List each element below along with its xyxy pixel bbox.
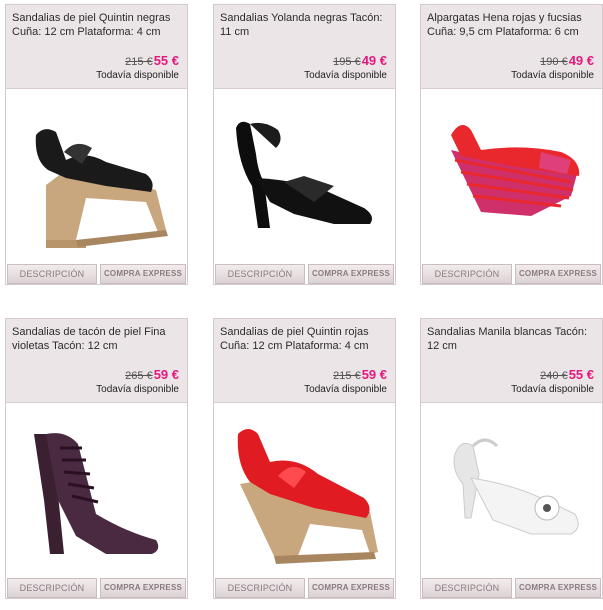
description-button[interactable]: DESCRIPCIÓN <box>7 578 97 598</box>
product-card: Sandalias de piel Quintin rojas Cuña: 12… <box>213 318 396 599</box>
express-buy-button[interactable]: COMPRA EXPRESS <box>515 264 601 284</box>
product-header: Sandalias Manila blancas Tacón: 12 cm 24… <box>421 319 602 403</box>
product-header: Sandalias de tacón de piel Fina violetas… <box>6 319 187 403</box>
product-title[interactable]: Sandalias de piel Quintin rojas Cuña: 12… <box>220 325 392 353</box>
product-title[interactable]: Sandalias Manila blancas Tacón: 12 cm <box>427 325 599 353</box>
espadrille-wedge-image <box>451 125 580 216</box>
description-button[interactable]: DESCRIPCIÓN <box>422 264 512 284</box>
button-row: DESCRIPCIÓN COMPRA EXPRESS <box>214 264 395 285</box>
availability-label: Todavía disponible <box>304 384 387 395</box>
sale-price: 59 € <box>361 367 387 382</box>
product-title[interactable]: Sandalias de piel Quintin negras Cuña: 1… <box>12 11 184 39</box>
sale-price: 55 € <box>153 53 179 68</box>
express-buy-button[interactable]: COMPRA EXPRESS <box>308 578 394 598</box>
description-button[interactable]: DESCRIPCIÓN <box>215 578 305 598</box>
product-image[interactable] <box>421 90 602 262</box>
product-image[interactable] <box>214 90 395 262</box>
description-button[interactable]: DESCRIPCIÓN <box>422 578 512 598</box>
product-card: Sandalias Yolanda negras Tacón: 11 cm 19… <box>213 4 396 285</box>
availability-label: Todavía disponible <box>511 70 594 81</box>
white-heel-image <box>453 438 579 535</box>
sale-price: 59 € <box>153 367 179 382</box>
product-card: Sandalias de piel Quintin negras Cuña: 1… <box>5 4 188 285</box>
old-price: 265 € <box>125 370 153 382</box>
product-image[interactable] <box>6 90 187 262</box>
product-title[interactable]: Sandalias Yolanda negras Tacón: 11 cm <box>220 11 392 39</box>
product-title[interactable]: Alpargatas Hena rojas y fucsias Cuña: 9,… <box>427 11 599 39</box>
product-title[interactable]: Sandalias de tacón de piel Fina violetas… <box>12 325 184 353</box>
availability-label: Todavía disponible <box>304 70 387 81</box>
express-buy-button[interactable]: COMPRA EXPRESS <box>100 264 186 284</box>
wedge-sandal-image <box>35 129 168 248</box>
product-header: Sandalias Yolanda negras Tacón: 11 cm 19… <box>214 5 395 89</box>
availability-label: Todavía disponible <box>511 384 594 395</box>
old-price: 240 € <box>540 370 568 382</box>
express-buy-button[interactable]: COMPRA EXPRESS <box>100 578 186 598</box>
description-button[interactable]: DESCRIPCIÓN <box>215 264 305 284</box>
product-image[interactable] <box>214 404 395 576</box>
sale-price: 55 € <box>568 367 594 382</box>
product-header: Alpargatas Hena rojas y fucsias Cuña: 9,… <box>421 5 602 89</box>
express-buy-button[interactable]: COMPRA EXPRESS <box>515 578 601 598</box>
old-price: 215 € <box>333 370 361 382</box>
product-price: 190 €49 € <box>540 52 594 70</box>
express-buy-button[interactable]: COMPRA EXPRESS <box>308 264 394 284</box>
description-button[interactable]: DESCRIPCIÓN <box>7 264 97 284</box>
button-row: DESCRIPCIÓN COMPRA EXPRESS <box>6 264 187 285</box>
product-price: 195 €49 € <box>333 52 387 70</box>
sale-price: 49 € <box>568 53 594 68</box>
old-price: 195 € <box>333 56 361 68</box>
product-card: Sandalias Manila blancas Tacón: 12 cm 24… <box>420 318 603 599</box>
product-price: 215 €59 € <box>333 366 387 384</box>
red-wedge-sandal-image <box>237 429 378 564</box>
old-price: 190 € <box>540 56 568 68</box>
product-card: Sandalias de tacón de piel Fina violetas… <box>5 318 188 599</box>
product-header: Sandalias de piel Quintin negras Cuña: 1… <box>6 5 187 89</box>
product-price: 265 €59 € <box>125 366 179 384</box>
product-header: Sandalias de piel Quintin rojas Cuña: 12… <box>214 319 395 403</box>
product-image[interactable] <box>6 404 187 576</box>
button-row: DESCRIPCIÓN COMPRA EXPRESS <box>421 578 602 599</box>
button-row: DESCRIPCIÓN COMPRA EXPRESS <box>6 578 187 599</box>
product-image[interactable] <box>421 404 602 576</box>
product-price: 215 €55 € <box>125 52 179 70</box>
availability-label: Todavía disponible <box>96 384 179 395</box>
button-row: DESCRIPCIÓN COMPRA EXPRESS <box>421 264 602 285</box>
sale-price: 49 € <box>361 53 387 68</box>
availability-label: Todavía disponible <box>96 70 179 81</box>
product-price: 240 €55 € <box>540 366 594 384</box>
heeled-sandal-image <box>236 121 372 228</box>
strappy-heel-image <box>34 433 159 554</box>
product-card: Alpargatas Hena rojas y fucsias Cuña: 9,… <box>420 4 603 285</box>
old-price: 215 € <box>125 56 153 68</box>
button-row: DESCRIPCIÓN COMPRA EXPRESS <box>214 578 395 599</box>
